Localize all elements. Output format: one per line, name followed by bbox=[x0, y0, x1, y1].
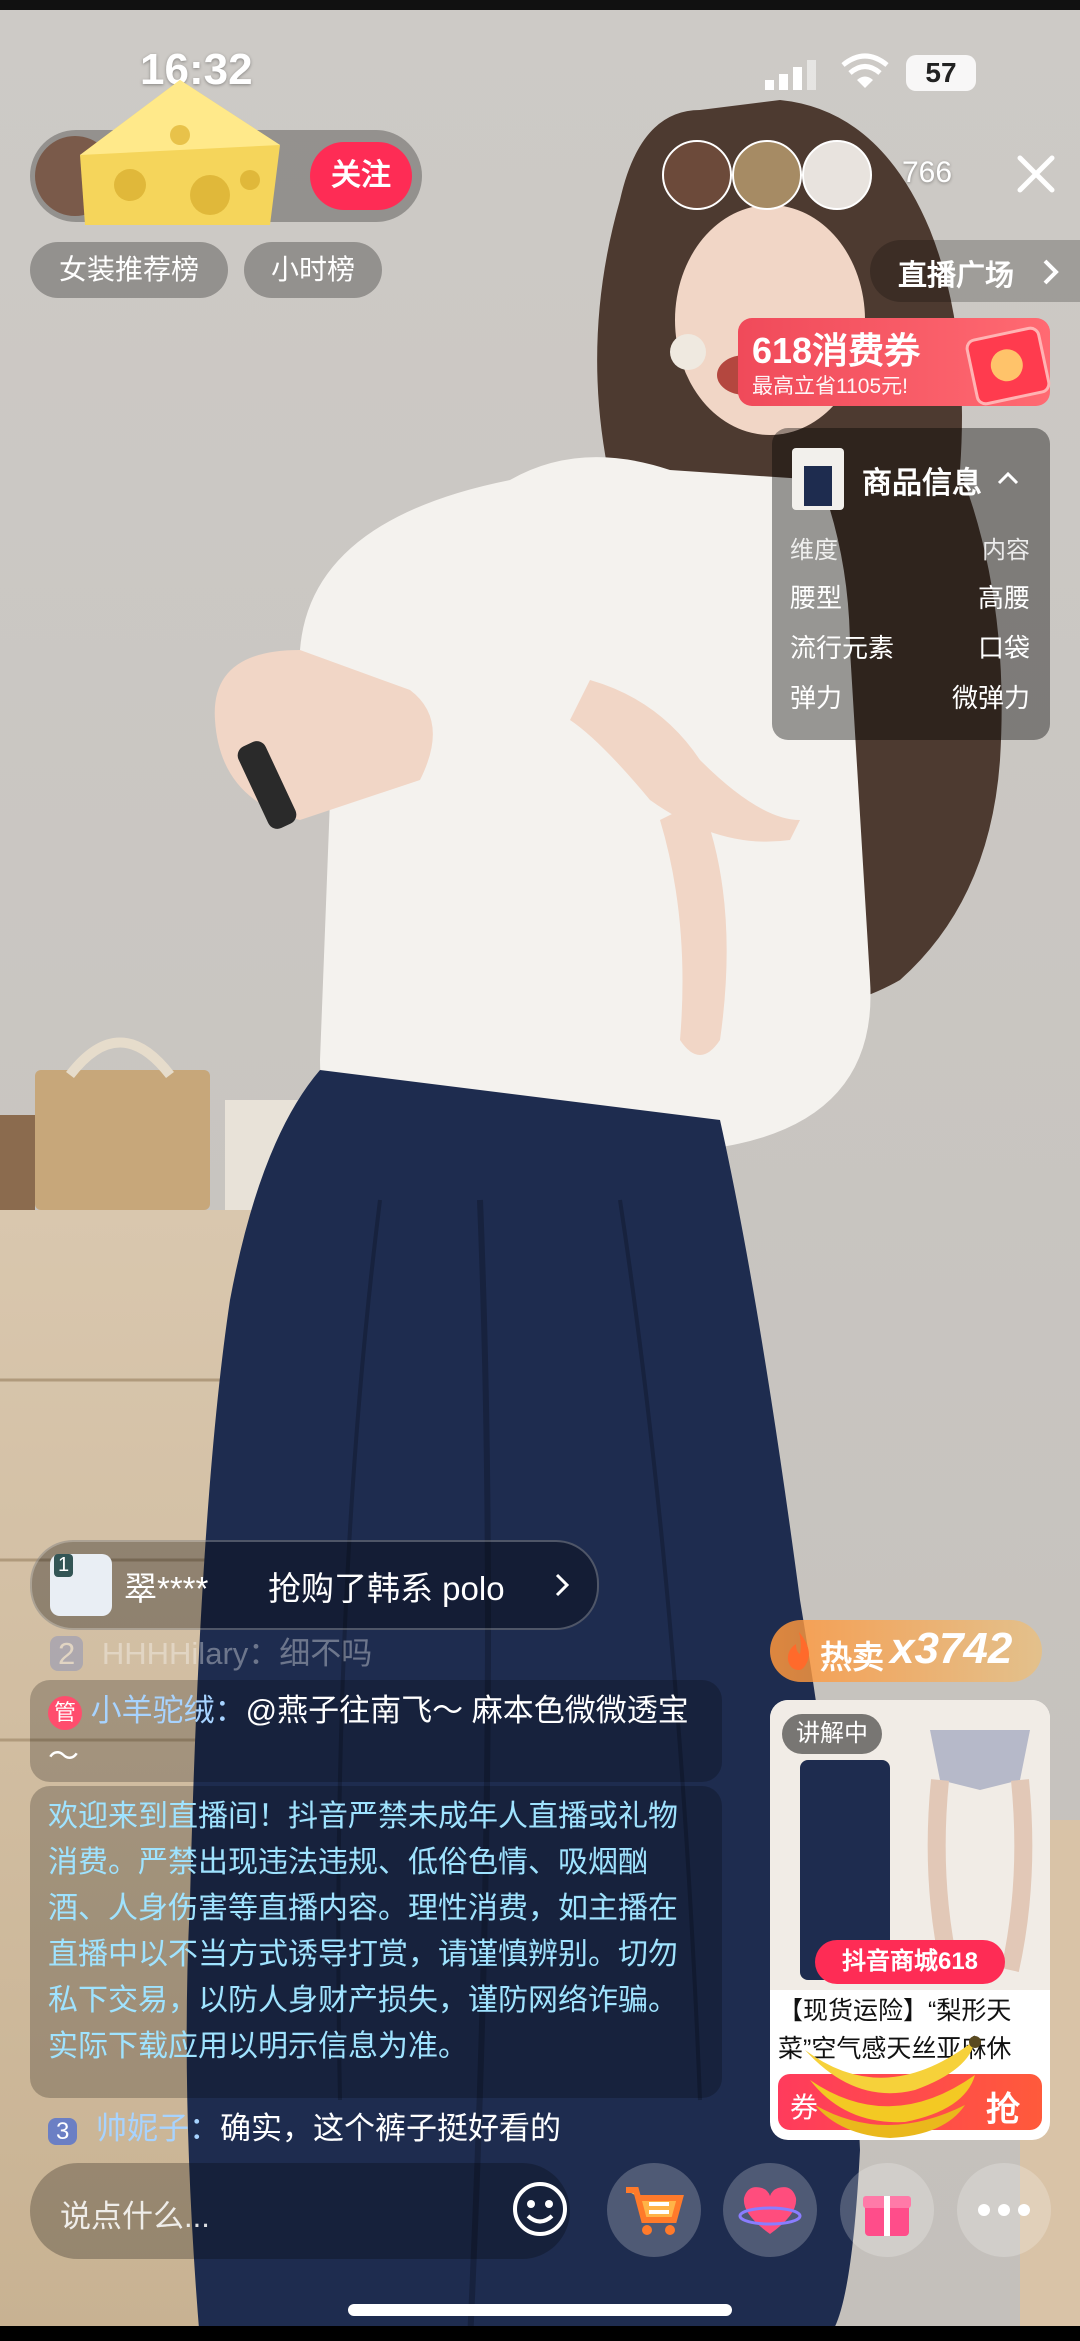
info-row-right: 高腰 bbox=[977, 583, 1030, 613]
gift-button[interactable] bbox=[840, 2163, 934, 2257]
cheese-sticker bbox=[80, 80, 280, 225]
coupon-subtitle: 最高立省1105元! bbox=[752, 375, 908, 398]
chevron-right-icon bbox=[1043, 259, 1059, 285]
cart-icon bbox=[626, 2187, 684, 2235]
chat-message[interactable]: 管 小羊驼绒：@燕子往南飞～ 麻本色微微透宝～ bbox=[30, 1680, 722, 1782]
viewer-avatar-1[interactable] bbox=[662, 140, 732, 210]
chevron-up-icon[interactable] bbox=[996, 470, 1020, 486]
chat-faded-text: HHHHilary：细不吗 bbox=[101, 1636, 373, 1671]
toast-product-thumb: 1 bbox=[50, 1554, 112, 1616]
purchase-toast[interactable]: 1 翠**** 抢购了韩系 polo bbox=[30, 1540, 599, 1630]
info-row-left: 弹力 bbox=[790, 683, 843, 713]
chat-username[interactable]: 帅妮子： bbox=[96, 2111, 220, 2146]
product-info-panel[interactable]: 商品信息 维度 内容 腰型 高腰 流行元素 口袋 弹力 微弹力 bbox=[772, 428, 1050, 740]
red-packet-icon bbox=[963, 324, 1053, 408]
live-explaining-label: 讲解中 bbox=[796, 1720, 868, 1747]
toast-rank: 1 bbox=[54, 1554, 74, 1577]
mall-618-label: 抖音商城618 bbox=[841, 1948, 979, 1975]
tag-label: 女装推荐榜 bbox=[58, 254, 199, 285]
comment-input[interactable]: 说点什么... bbox=[30, 2163, 570, 2259]
info-row-right: 微弹力 bbox=[951, 683, 1030, 713]
product-info-title: 商品信息 bbox=[862, 467, 982, 500]
user-level-badge: 3 bbox=[48, 2118, 78, 2145]
chat-text: 确实，这个裤子挺好看的 bbox=[219, 2111, 561, 2146]
battery-icon: 57 bbox=[906, 55, 976, 91]
chat-username[interactable]: 小羊驼绒： bbox=[91, 1693, 246, 1728]
viewer-count[interactable]: 766 bbox=[902, 156, 952, 190]
info-header-right: 内容 bbox=[982, 537, 1030, 564]
notice-text: 欢迎来到直播间！抖音严禁未成年人直播或礼物消费。严禁出现违法违规、低俗色情、吸烟… bbox=[48, 1800, 678, 2063]
banana-sticker bbox=[805, 2036, 981, 2138]
more-icon bbox=[978, 2204, 1030, 2216]
hot-sale-label: 热卖 bbox=[820, 1639, 885, 1675]
follow-button[interactable]: 关注 bbox=[310, 142, 412, 210]
wifi-icon bbox=[840, 52, 890, 95]
battery-level: 57 bbox=[925, 57, 957, 88]
like-button[interactable] bbox=[723, 2163, 817, 2257]
buy-button[interactable]: 抢 bbox=[986, 2082, 1020, 2131]
chat-message[interactable]: 3 帅妮子：确实，这个裤子挺好看的 bbox=[30, 2106, 740, 2146]
viewer-avatars[interactable] bbox=[662, 140, 872, 210]
live-plaza-label: 直播广场 bbox=[898, 260, 1015, 292]
chat-faded-line: 2 HHHHilary：细不吗 bbox=[50, 1628, 372, 1673]
gift-icon bbox=[863, 2196, 911, 2236]
shopping-cart-button[interactable] bbox=[607, 2163, 701, 2257]
user-level-badge: 2 bbox=[50, 1636, 84, 1671]
chevron-right-icon bbox=[555, 1573, 570, 1597]
toast-user: 翠**** bbox=[124, 1570, 209, 1607]
signal-icon bbox=[765, 60, 820, 90]
more-button[interactable] bbox=[957, 2163, 1051, 2257]
info-row-right: 口袋 bbox=[977, 633, 1030, 663]
live-explaining-badge: 讲解中 bbox=[782, 1714, 882, 1754]
comment-placeholder: 说点什么... bbox=[60, 2199, 210, 2234]
admin-badge: 管 bbox=[48, 1695, 82, 1730]
tag-ranking-women[interactable]: 女装推荐榜 bbox=[30, 242, 228, 298]
coupon-title: 618消费券 bbox=[752, 330, 921, 371]
close-icon[interactable] bbox=[1012, 150, 1060, 198]
viewer-avatar-2[interactable] bbox=[732, 140, 802, 210]
flame-icon bbox=[787, 1632, 809, 1670]
info-header-left: 维度 bbox=[790, 537, 838, 564]
product-thumbnail bbox=[792, 448, 844, 510]
coupon-banner[interactable]: 618消费券 最高立省1105元! bbox=[738, 318, 1053, 408]
hot-sale-count: x3742 bbox=[890, 1624, 1013, 1673]
toast-action: 抢购了韩系 polo bbox=[268, 1570, 505, 1607]
home-indicator[interactable] bbox=[348, 2304, 732, 2316]
info-row-left: 流行元素 bbox=[790, 633, 895, 663]
info-row-left: 腰型 bbox=[790, 583, 843, 613]
tag-label: 小时榜 bbox=[270, 254, 355, 285]
mall-618-badge: 抖音商城618 bbox=[815, 1940, 1005, 1984]
system-notice: 欢迎来到直播间！抖音严禁未成年人直播或礼物消费。严禁出现违法违规、低俗色情、吸烟… bbox=[30, 1786, 722, 2098]
live-plaza-button[interactable]: 直播广场 bbox=[870, 240, 1080, 302]
hot-sale-badge: 热卖 x3742 bbox=[770, 1620, 1042, 1682]
viewer-avatar-3[interactable] bbox=[802, 140, 872, 210]
heart-icon bbox=[738, 2187, 802, 2234]
tag-hourly-ranking[interactable]: 小时榜 bbox=[244, 242, 382, 298]
smiley-icon[interactable] bbox=[510, 2179, 570, 2239]
